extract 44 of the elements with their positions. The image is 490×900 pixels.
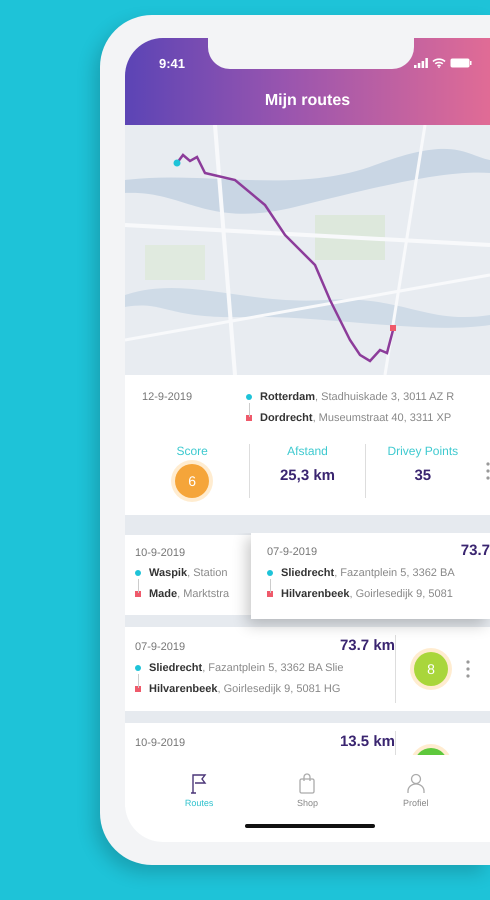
route-distance: 73.7 <box>460 542 490 559</box>
route-date: 07-9-2019 <box>267 546 318 558</box>
route-date: 07-9-2019 <box>135 641 186 653</box>
stop-address: Made, Marktstra <box>149 588 230 600</box>
stop-address: Waspik, Station <box>149 567 228 579</box>
stop-address: Dordrecht, Museumstraat 40, 3311 XP <box>260 412 452 424</box>
battery-icon <box>450 58 472 68</box>
route-date: 10-9-2019 <box>135 737 186 749</box>
start-marker <box>135 570 141 576</box>
stat-label: Drivey Points <box>387 444 458 458</box>
stop-address: Hilvarenbeek, Goirlesedijk 9, 5081 <box>281 588 453 600</box>
stop-address: Sliedrecht, Fazantplein 5, 3362 BA <box>281 567 455 579</box>
signal-icon <box>414 58 428 68</box>
stat-label: Afstand <box>287 444 328 458</box>
flag-icon <box>190 773 208 794</box>
screen-title: Mijn routes <box>264 92 352 110</box>
wifi-icon <box>432 58 446 68</box>
start-marker <box>267 570 273 576</box>
stop-address: Hilvarenbeek, Goirlesedijk 9, 5081 HG <box>149 683 340 695</box>
end-marker <box>135 686 141 692</box>
stat-value: 35 <box>414 467 432 484</box>
stat-value: 25,3 km <box>280 467 336 484</box>
route-date: 10-9-2019 <box>135 547 186 559</box>
tab-item[interactable]: Profiel <box>376 755 456 842</box>
start-marker <box>135 665 141 671</box>
tab-item[interactable]: Routes <box>159 755 240 842</box>
person-icon <box>406 773 425 794</box>
status-time: 9:41 <box>159 56 186 70</box>
end-marker <box>267 591 273 597</box>
more-icon[interactable] <box>486 462 490 480</box>
stop-address: Sliedrecht, Fazantplein 5, 3362 BA Slie <box>149 662 344 674</box>
stat-label: Score <box>176 444 208 458</box>
tab-item[interactable]: Shop <box>267 755 348 842</box>
bag-icon <box>298 773 316 794</box>
start-marker <box>246 394 252 400</box>
more-icon[interactable] <box>466 660 470 678</box>
score-badge: 8 <box>414 652 448 686</box>
route-distance: 13.5 km <box>340 733 395 750</box>
end-marker <box>246 415 252 421</box>
stop-address: Rotterdam, Stadhuiskade 3, 3011 AZ R <box>260 391 454 403</box>
end-marker <box>135 591 141 597</box>
route-distance: 73.7 km <box>340 637 395 654</box>
route-date: 12-9-2019 <box>142 391 194 405</box>
score-badge: 6 <box>175 464 210 498</box>
